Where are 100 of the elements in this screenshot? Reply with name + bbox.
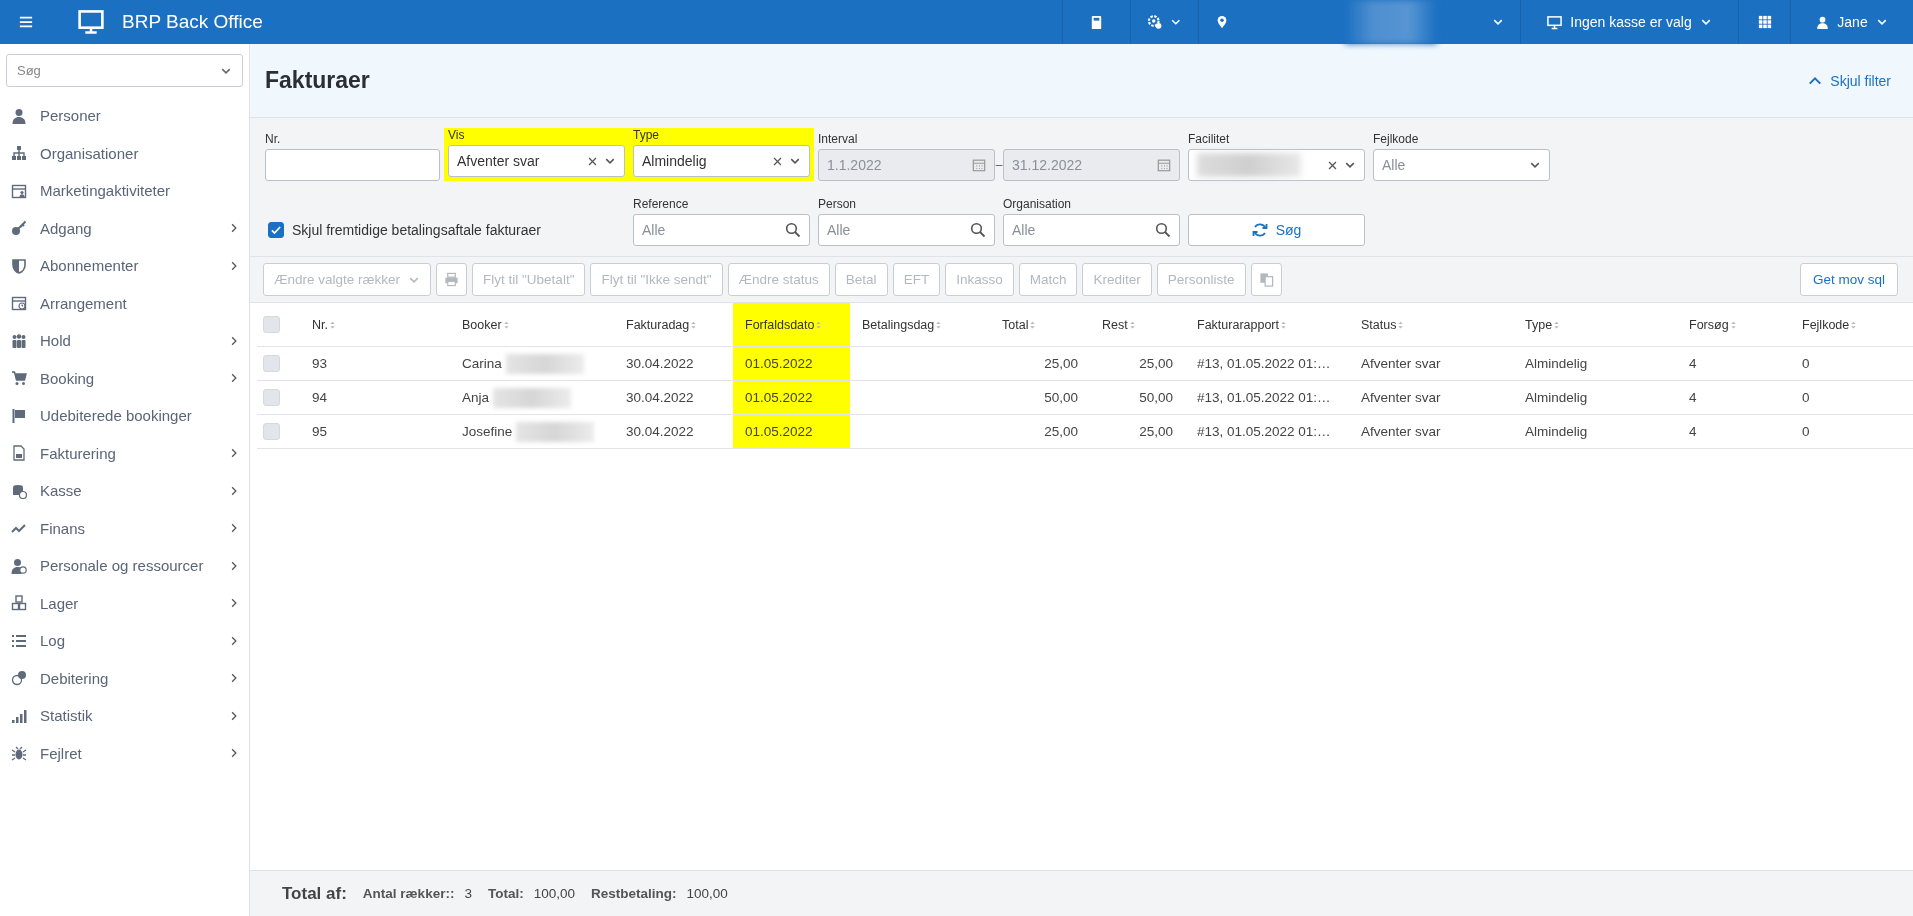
field-label: Reference	[633, 197, 690, 211]
column-header[interactable]: Fakturarapport	[1185, 303, 1349, 346]
table-cell: 25,00	[1139, 356, 1173, 371]
table-cell: 30.04.2022	[626, 356, 694, 371]
clear-icon[interactable]	[587, 155, 598, 167]
org-chart-icon	[11, 145, 27, 162]
table-cell: 94	[312, 390, 328, 405]
bug-icon	[11, 745, 27, 762]
sidebar-item[interactable]: Arrangement	[6, 284, 243, 322]
select-field[interactable]: Alle	[1373, 149, 1550, 181]
sidebar-item[interactable]: Personale og ressourcer	[6, 547, 243, 585]
group-icon	[11, 332, 27, 349]
table-cell: Almindelig	[1525, 390, 1588, 405]
get-sql-button[interactable]: Get mov sql	[1799, 263, 1898, 296]
range-dash: –	[995, 158, 1003, 172]
column-header[interactable]: Fejlkode	[1790, 303, 1913, 346]
table-cell: 50,00	[1044, 390, 1078, 405]
row-checkbox[interactable]	[263, 389, 280, 406]
select-all-checkbox[interactable]	[263, 316, 280, 333]
user-icon	[1816, 15, 1830, 29]
column-header[interactable]: Forsøg	[1677, 303, 1790, 346]
search-button[interactable]: Søg	[1188, 214, 1365, 246]
key-icon	[11, 220, 27, 237]
table-cell: 95	[312, 424, 328, 439]
column-header[interactable]: Total	[990, 303, 1090, 346]
row-checkbox[interactable]	[263, 355, 280, 372]
field-label: Vis	[448, 128, 466, 142]
sidebar-item[interactable]: Booking	[6, 359, 243, 397]
sidebar-item[interactable]: Fejlret	[6, 734, 243, 772]
input-field[interactable]	[265, 149, 440, 181]
table-cell: #13, 01.05.2022 01:…	[1197, 356, 1331, 371]
sidebar-item[interactable]: Marketingaktiviteter	[6, 172, 243, 210]
sidebar-search-field[interactable]: Søg	[6, 54, 243, 87]
table-cell: 0	[1802, 424, 1810, 439]
sidebar-item[interactable]: Log	[6, 622, 243, 660]
select-field[interactable]: Afventer svar	[448, 145, 625, 177]
search-icon	[785, 222, 801, 238]
sidebar-item[interactable]: Abonnementer	[6, 247, 243, 285]
clear-icon[interactable]	[772, 155, 783, 167]
sidebar-item[interactable]: Finans	[6, 509, 243, 547]
gear-icon	[1147, 14, 1163, 30]
field-label: Interval	[818, 132, 859, 146]
sidebar-item[interactable]: Lager	[6, 584, 243, 622]
document-icon	[11, 445, 27, 462]
sidebar-item[interactable]: Personer	[6, 97, 243, 135]
book-icon	[1089, 14, 1104, 30]
column-header[interactable]: Fakturadag	[614, 303, 733, 346]
field-label: Facilitet	[1188, 132, 1231, 146]
table-cell: 4	[1689, 356, 1697, 371]
summary-label: Antal rækker::	[362, 886, 455, 901]
calendar-person-icon	[11, 182, 27, 199]
copy-icon	[1258, 272, 1274, 287]
table-cell: #13, 01.05.2022 01:…	[1197, 390, 1331, 405]
checkbox[interactable]	[268, 222, 284, 238]
table-cell: Almindelig	[1525, 356, 1588, 371]
person-clock-icon	[11, 557, 27, 574]
calendar-clock-icon	[11, 295, 27, 312]
search-field[interactable]: Alle	[818, 214, 995, 246]
search-field[interactable]: Alle	[1003, 214, 1180, 246]
column-header[interactable]: Booker	[450, 303, 614, 346]
sidebar-item[interactable]: Statistik	[6, 697, 243, 735]
summary-value: 100,00	[533, 886, 575, 901]
column-header[interactable]: Status	[1349, 303, 1513, 346]
sidebar-item[interactable]: Fakturering	[6, 434, 243, 472]
table-cell: 4	[1689, 424, 1697, 439]
search-field[interactable]: Alle	[633, 214, 810, 246]
calendar-icon	[1157, 158, 1171, 172]
apps-grid-icon	[1757, 15, 1772, 29]
sidebar-item[interactable]: Kasse	[6, 472, 243, 510]
sidebar-item[interactable]: Organisationer	[6, 134, 243, 172]
column-header[interactable]: Type	[1513, 303, 1677, 346]
app-title: BRP Back Office	[122, 11, 263, 33]
summary-value: 100,00	[686, 886, 728, 901]
field-label: Organisation	[1003, 197, 1073, 211]
calendar-icon	[972, 158, 986, 172]
sidebar-item[interactable]: Adgang	[6, 209, 243, 247]
column-header[interactable]: Forfaldsdato	[733, 303, 850, 346]
flag-icon	[11, 407, 27, 424]
summary-title: Total af:	[282, 883, 347, 904]
hide-filter-link[interactable]: Skjul filter	[1802, 71, 1897, 90]
select-field[interactable]: Almindelig	[633, 145, 810, 177]
row-checkbox[interactable]	[263, 423, 280, 440]
sidebar-item[interactable]: Hold	[6, 322, 243, 360]
column-header[interactable]: Betalingsdag	[850, 303, 990, 346]
search-icon	[970, 222, 986, 238]
table-cell: 93	[312, 356, 328, 371]
clear-icon[interactable]	[1327, 159, 1338, 171]
table-cell: 30.04.2022	[626, 424, 694, 439]
printer-icon	[444, 272, 460, 287]
column-header[interactable]: Nr.	[300, 303, 450, 346]
page-title: Fakturaer	[265, 67, 370, 94]
table-cell: Almindelig	[1525, 424, 1588, 439]
refresh-icon	[1251, 222, 1268, 238]
sidebar-item[interactable]: Debitering	[6, 659, 243, 697]
table-cell: 01.05.2022	[745, 424, 813, 439]
check-icon	[270, 224, 282, 236]
search-icon	[1155, 222, 1171, 238]
column-header[interactable]: Rest	[1090, 303, 1185, 346]
sidebar-item[interactable]: Udebiterede bookinger	[6, 397, 243, 435]
select-field[interactable]	[1188, 149, 1365, 181]
